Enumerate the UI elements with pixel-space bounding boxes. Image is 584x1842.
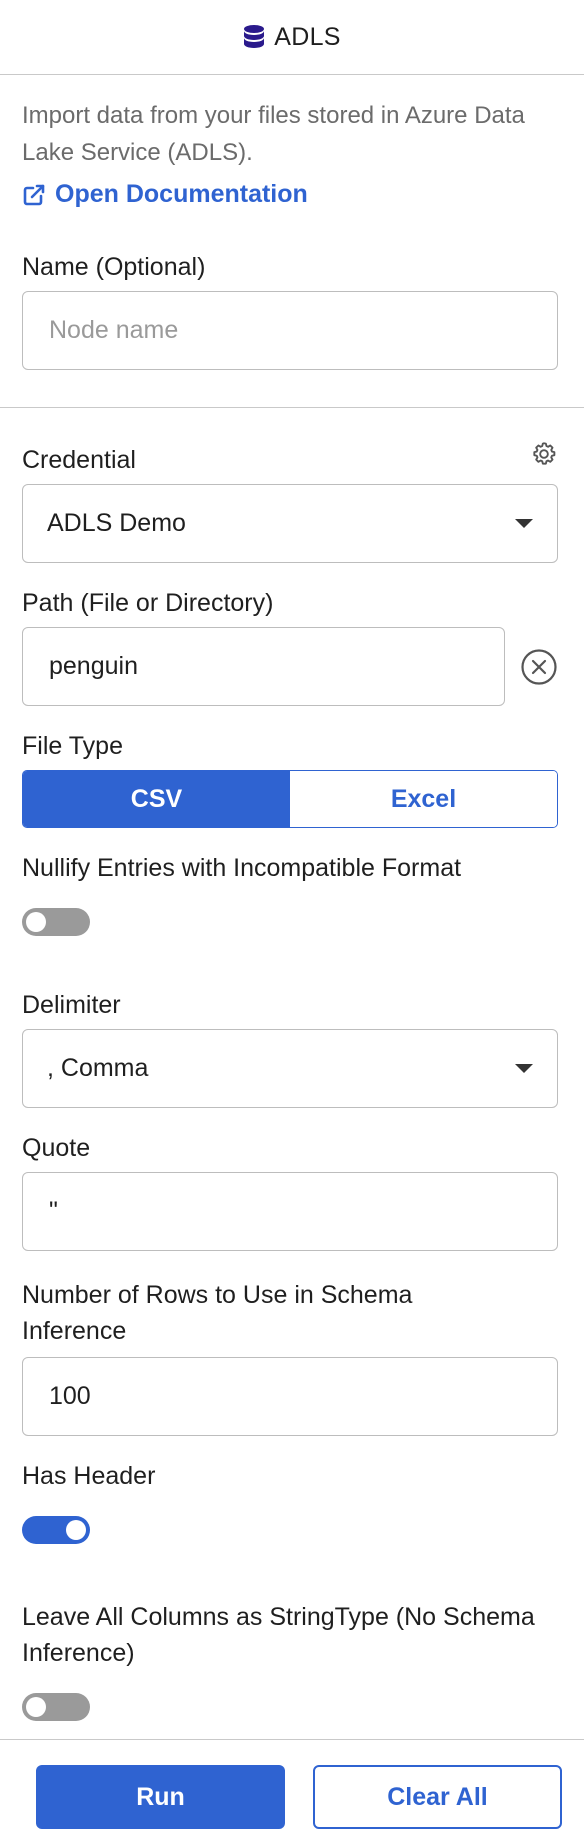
- file-type-label: File Type: [22, 732, 123, 760]
- panel-title: ADLS: [274, 22, 341, 51]
- string-type-label: Leave All Columns as StringType (No Sche…: [22, 1603, 535, 1667]
- chevron-down-icon: [515, 519, 533, 528]
- run-button[interactable]: Run: [36, 1765, 285, 1829]
- quote-label: Quote: [22, 1134, 91, 1162]
- schema-rows-input[interactable]: [22, 1357, 558, 1436]
- file-type-excel-option[interactable]: Excel: [290, 771, 557, 827]
- has-header-toggle[interactable]: [22, 1516, 90, 1544]
- nullify-label: Nullify Entries with Incompatible Format: [22, 854, 462, 882]
- open-documentation-link[interactable]: Open Documentation: [22, 180, 562, 209]
- delimiter-selected-value: , Comma: [47, 1054, 149, 1082]
- delimiter-select[interactable]: , Comma: [22, 1029, 558, 1108]
- has-header-label: Has Header: [22, 1462, 156, 1490]
- node-name-input[interactable]: [22, 291, 558, 370]
- intro-section: Import data from your files stored in Az…: [0, 97, 584, 370]
- gear-icon[interactable]: [530, 440, 558, 468]
- file-type-toggle-group: CSV Excel: [22, 770, 558, 828]
- nullify-toggle[interactable]: [22, 908, 90, 936]
- delimiter-label: Delimiter: [22, 991, 121, 1019]
- external-link-icon: [23, 184, 45, 205]
- clear-all-button[interactable]: Clear All: [313, 1765, 562, 1829]
- string-type-toggle[interactable]: [22, 1693, 90, 1721]
- database-icon: [244, 25, 265, 48]
- credential-selected-value: ADLS Demo: [47, 509, 186, 537]
- credential-label: Credential: [22, 446, 136, 474]
- config-section: Credential ADLS Demo Path (File or Direc…: [0, 408, 584, 1721]
- open-documentation-label: Open Documentation: [55, 180, 308, 208]
- path-input[interactable]: [22, 627, 505, 706]
- toggle-knob: [66, 1520, 86, 1540]
- toggle-knob: [26, 1697, 46, 1717]
- chevron-down-icon: [515, 1064, 533, 1073]
- footer-actions: Run Clear All: [36, 1765, 562, 1829]
- path-label: Path (File or Directory): [22, 589, 274, 617]
- clear-circle-icon[interactable]: [520, 648, 558, 686]
- name-field-label: Name (Optional): [22, 253, 206, 281]
- quote-input[interactable]: [22, 1172, 558, 1251]
- description-text: Import data from your files stored in Az…: [22, 102, 525, 166]
- footer-divider: [0, 1739, 584, 1740]
- credential-select[interactable]: ADLS Demo: [22, 484, 558, 563]
- file-type-csv-option[interactable]: CSV: [23, 771, 290, 827]
- panel-header: ADLS: [0, 0, 584, 75]
- schema-rows-label: Number of Rows to Use in Schema Inferenc…: [22, 1281, 413, 1345]
- toggle-knob: [26, 912, 46, 932]
